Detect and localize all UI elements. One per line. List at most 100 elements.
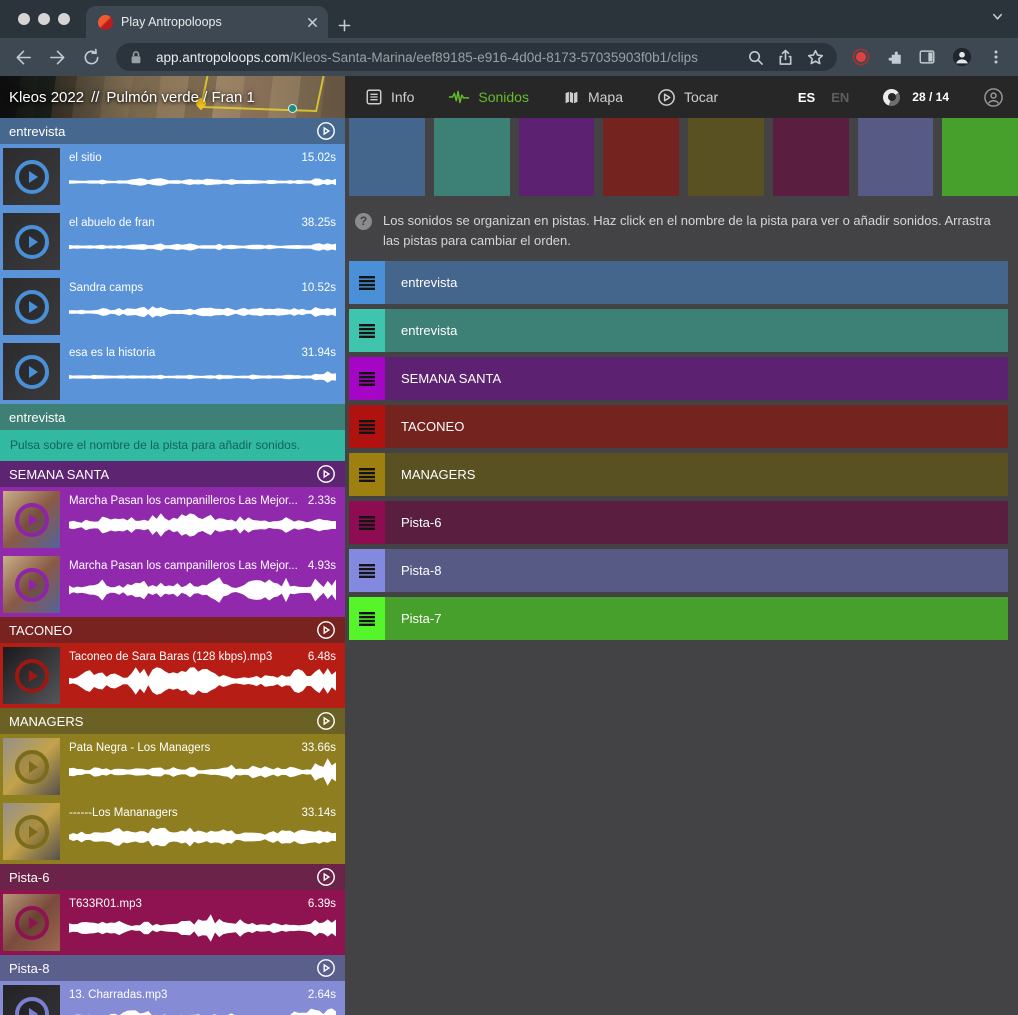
browser-window: Play Antropoloops app.antropoloops.com/K… [0,0,1018,1015]
minimize-window-icon[interactable] [38,13,50,25]
track-color-swatch [773,118,849,196]
back-icon[interactable] [14,48,33,67]
bookmark-star-icon[interactable] [807,49,824,66]
account-icon[interactable] [983,87,1004,108]
play-circle-icon [15,160,49,194]
track-play-button[interactable] [316,867,336,887]
tracks-sidebar: entrevista el sitio 15.02s el abuelo de … [0,118,345,1015]
clip-item[interactable]: Marcha Pasan los campanilleros Las Mejor… [0,552,345,617]
clip-thumbnail[interactable] [3,343,60,400]
track-row[interactable]: Pista-8 [349,549,1008,592]
track-play-button[interactable] [316,121,336,141]
track-header[interactable]: entrevista [0,404,345,430]
drag-handle[interactable] [349,597,385,640]
close-tab-icon[interactable] [307,17,318,28]
clip-thumbnail[interactable] [3,803,60,860]
track-row[interactable]: entrevista [349,309,1008,352]
drag-handle[interactable] [349,309,385,352]
drag-handle[interactable] [349,453,385,496]
close-window-icon[interactable] [18,13,30,25]
play-triangle-icon [29,761,38,773]
clip-item[interactable]: ------Los Mananagers 33.14s [0,799,345,864]
menu-kebab-icon[interactable] [988,49,1004,65]
clip-thumbnail[interactable] [3,894,60,951]
track-name: entrevista [9,410,336,425]
clip-item[interactable]: Taconeo de Sara Baras (128 kbps).mp3 6.4… [0,643,345,708]
forward-icon[interactable] [48,48,67,67]
lang-en[interactable]: EN [831,90,849,105]
profile-avatar[interactable] [951,46,973,68]
clip-duration: 2.33s [308,495,336,507]
track-header[interactable]: entrevista [0,118,345,144]
track-name: MANAGERS [9,714,316,729]
clip-title: Marcha Pasan los campanilleros Las Mejor… [69,495,300,507]
drag-handle[interactable] [349,357,385,400]
nav-item-sonidos[interactable]: Sonidos [448,89,529,105]
track-play-button[interactable] [316,958,336,978]
clip-thumbnail[interactable] [3,556,60,613]
clip-thumbnail[interactable] [3,278,60,335]
clip-item[interactable]: T633R01.mp3 6.39s [0,890,345,955]
clip-item[interactable]: Sandra camps 10.52s [0,274,345,339]
track-row[interactable]: entrevista [349,261,1008,304]
new-tab-icon[interactable] [338,19,351,32]
track-play-button[interactable] [316,620,336,640]
track-header[interactable]: SEMANA SANTA [0,461,345,487]
track-play-button[interactable] [316,711,336,731]
clip-title: Marcha Pasan los campanilleros Las Mejor… [69,560,300,572]
track-row[interactable]: MANAGERS [349,453,1008,496]
track-header[interactable]: TACONEO [0,617,345,643]
nav-item-info[interactable]: Info [365,88,414,106]
track-row[interactable]: Pista-7 [349,597,1008,640]
clip-thumbnail[interactable] [3,148,60,205]
track-header[interactable]: Pista-6 [0,864,345,890]
track-header[interactable]: Pista-8 [0,955,345,981]
url-domain: app.antropoloops.com [156,50,290,65]
nav-item-tocar[interactable]: Tocar [657,88,718,107]
drag-handle[interactable] [349,261,385,304]
clip-thumbnail[interactable] [3,491,60,548]
reload-icon[interactable] [82,48,101,67]
browser-tab[interactable]: Play Antropoloops [86,6,328,38]
session-title: Pulmón verde / Fran 1 [106,89,254,106]
traffic-lights [0,0,86,38]
tab-search-chevron-icon[interactable] [991,10,1004,23]
clip-item[interactable]: el abuelo de fran 38.25s [0,209,345,274]
track-color-swatch [603,118,679,196]
side-panel-icon[interactable] [918,48,936,66]
drag-handle-icon [359,564,375,578]
clip-thumbnail[interactable] [3,213,60,270]
track-play-button[interactable] [316,464,336,484]
track-row[interactable]: TACONEO [349,405,1008,448]
nav-item-mapa[interactable]: Mapa [563,89,623,106]
clip-item[interactable]: el sitio 15.02s [0,144,345,209]
zoom-icon[interactable] [747,49,764,66]
waveform [69,666,336,696]
maximize-window-icon[interactable] [58,13,70,25]
clip-thumbnail[interactable] [3,738,60,795]
clip-thumbnail[interactable] [3,985,60,1015]
drag-handle[interactable] [349,549,385,592]
lock-icon [129,50,143,65]
drag-handle[interactable] [349,405,385,448]
record-icon[interactable] [852,48,870,66]
clip-item[interactable]: Marcha Pasan los campanilleros Las Mejor… [0,487,345,552]
track-row[interactable]: Pista-6 [349,501,1008,544]
waveform [69,510,336,540]
extensions-icon[interactable] [885,48,903,66]
track-row[interactable]: SEMANA SANTA [349,357,1008,400]
track-clips: el sitio 15.02s el abuelo de fran 38.25s… [0,144,345,404]
clip-item[interactable]: Pata Negra - Los Managers 33.66s [0,734,345,799]
waveform [69,913,336,943]
clip-thumbnail[interactable] [3,647,60,704]
clip-item[interactable]: esa es la historia 31.94s [0,339,345,404]
address-bar[interactable]: app.antropoloops.com/Kleos-Santa-Marina/… [116,43,837,71]
lang-es[interactable]: ES [798,90,815,105]
drag-handle[interactable] [349,501,385,544]
share-icon[interactable] [777,49,794,66]
play-circle-icon [15,225,49,259]
clip-duration: 4.93s [308,560,336,572]
clip-item[interactable]: 13. Charradas.mp3 2.64s [0,981,345,1015]
track-header[interactable]: MANAGERS [0,708,345,734]
header-map-image[interactable]: Kleos 2022 // Pulmón verde / Fran 1 [0,76,345,118]
